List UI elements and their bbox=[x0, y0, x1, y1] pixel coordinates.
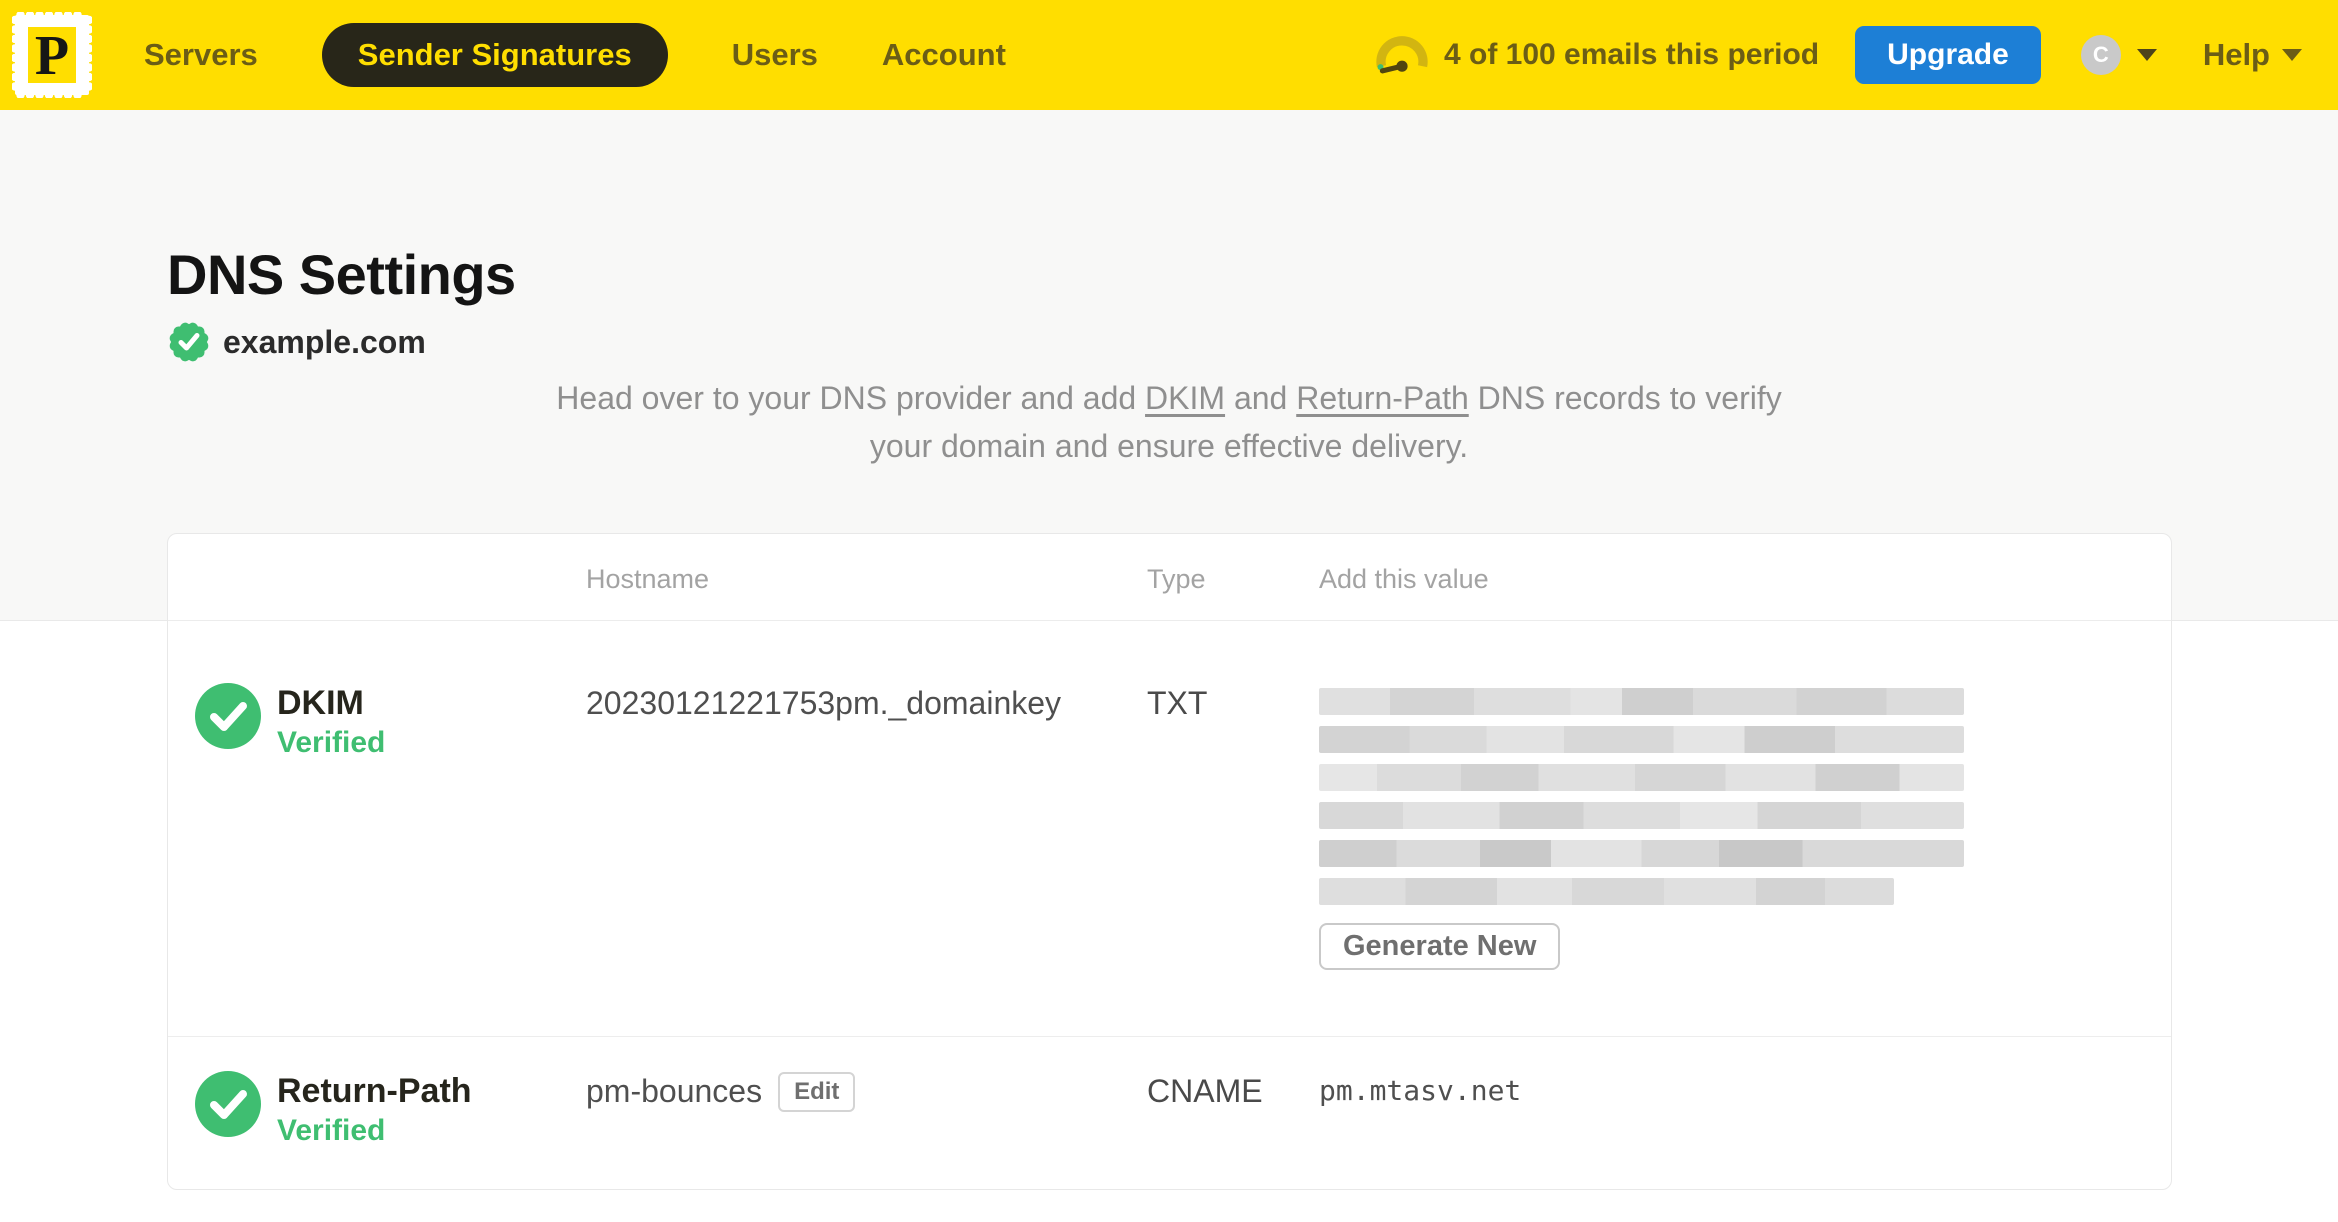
redacted-dkim-value bbox=[1319, 683, 2171, 905]
help-menu[interactable]: Help bbox=[2203, 37, 2302, 73]
edit-button[interactable]: Edit bbox=[778, 1072, 856, 1112]
domain-name: example.com bbox=[223, 323, 426, 360]
column-header-hostname: Hostname bbox=[586, 564, 710, 594]
nav-item-account[interactable]: Account bbox=[882, 37, 1006, 73]
intro-paragraph: Head over to your DNS provider and add D… bbox=[167, 374, 2171, 470]
column-header-type: Type bbox=[1147, 564, 1206, 594]
nav-item-servers[interactable]: Servers bbox=[144, 37, 258, 73]
return-path-value: pm.mtasv.net bbox=[1319, 1074, 1522, 1107]
page-title: DNS Settings bbox=[167, 243, 516, 306]
return-path-hostname-cell: pm-bounces Edit bbox=[586, 1071, 1147, 1189]
column-header-value: Add this value bbox=[1319, 564, 1489, 594]
help-label: Help bbox=[2202, 37, 2270, 72]
table-row-dkim: DKIM Verified 20230121221753pm._domainke… bbox=[168, 621, 2171, 1036]
return-path-type: CNAME bbox=[1147, 1073, 1263, 1109]
return-path-status-text: Return-Path Verified bbox=[277, 1071, 472, 1151]
usage-text: 4 of 100 emails this period bbox=[1443, 38, 1820, 71]
dkim-status-cell: DKIM Verified bbox=[168, 683, 586, 1036]
avatar: C bbox=[2080, 35, 2121, 75]
usage-meter[interactable]: 4 of 100 emails this period bbox=[1374, 35, 1819, 75]
status-badge: Verified bbox=[277, 1114, 386, 1147]
redacted-value-row bbox=[1319, 878, 1894, 905]
return-path-status-cell: Return-Path Verified bbox=[168, 1071, 586, 1189]
nav-item-users[interactable]: Users bbox=[732, 37, 818, 73]
generate-new-button[interactable]: Generate New bbox=[1319, 923, 1561, 970]
dkim-value-cell: Generate New bbox=[1319, 683, 2171, 1036]
account-menu[interactable]: C bbox=[2080, 35, 2157, 75]
upgrade-button[interactable]: Upgrade bbox=[1855, 26, 2041, 84]
chevron-down-icon bbox=[2282, 49, 2302, 61]
dkim-status-text: DKIM Verified bbox=[277, 683, 385, 763]
dkim-hostname: 20230121221753pm._domainkey bbox=[586, 685, 1062, 721]
record-name: DKIM bbox=[277, 684, 364, 722]
redacted-value-row bbox=[1319, 802, 1964, 829]
status-badge: Verified bbox=[277, 726, 386, 759]
table-header: Hostname Type Add this value bbox=[168, 534, 2171, 621]
record-name: Return-Path bbox=[277, 1072, 472, 1110]
check-circle-icon bbox=[195, 1071, 261, 1137]
table-row-return-path: Return-Path Verified pm-bounces Edit CNA… bbox=[168, 1036, 2171, 1189]
intro-text: and bbox=[1225, 380, 1297, 416]
navbar-right: 4 of 100 emails this period Upgrade C He… bbox=[1374, 26, 2302, 84]
chevron-down-icon bbox=[2136, 49, 2157, 61]
gauge-icon bbox=[1376, 36, 1428, 74]
dns-records-card: Hostname Type Add this value DKIM Verifi… bbox=[167, 533, 2172, 1190]
dkim-link[interactable]: DKIM bbox=[1145, 380, 1225, 416]
intro-text: Head over to your DNS provider and add bbox=[556, 380, 1146, 416]
redacted-value-row bbox=[1319, 840, 1964, 867]
check-circle-icon bbox=[195, 683, 261, 749]
nav-item-sender-signatures-active[interactable]: Sender Signatures bbox=[321, 23, 668, 87]
primary-nav: Servers Sender Signatures Users Account bbox=[144, 23, 1006, 87]
main-content: DNS Settings example.com Head over to yo… bbox=[167, 242, 2172, 1190]
return-path-hostname: pm-bounces bbox=[586, 1073, 763, 1109]
top-navbar: P Servers Sender Signatures Users Accoun… bbox=[0, 0, 2338, 110]
logo-letter: P bbox=[35, 25, 69, 87]
redacted-value-row bbox=[1319, 726, 1964, 753]
domain-row: example.com bbox=[167, 320, 2171, 364]
postmark-logo-icon[interactable]: P bbox=[12, 12, 92, 98]
redacted-value-row bbox=[1319, 688, 1964, 715]
dkim-type: TXT bbox=[1147, 685, 1208, 721]
return-path-link[interactable]: Return-Path bbox=[1296, 380, 1469, 416]
verified-seal-icon bbox=[169, 322, 209, 362]
redacted-value-row bbox=[1319, 764, 1964, 791]
